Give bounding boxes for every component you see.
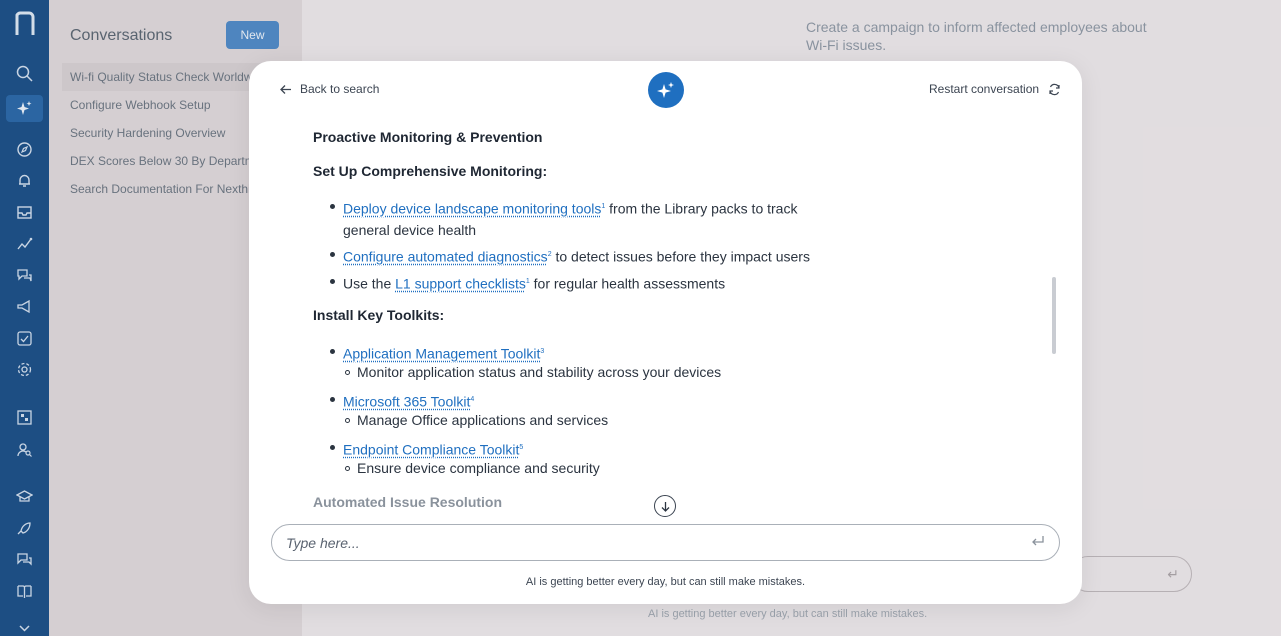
chat-response-content: Proactive Monitoring & Prevention Set Up… — [313, 123, 1033, 519]
ai-chat-modal: Back to search Restart conversation Proa… — [249, 61, 1082, 604]
list-item: Deploy device landscape monitoring tools… — [343, 196, 813, 241]
sub-list-item: Manage Office applications and services — [357, 412, 608, 428]
section-heading: Set Up Comprehensive Monitoring: — [313, 163, 547, 179]
citation-sup[interactable]: 5 — [519, 444, 523, 451]
link-microsoft-365-toolkit[interactable]: Microsoft 365 Toolkit — [343, 394, 470, 410]
link-application-management-toolkit[interactable]: Application Management Toolkit — [343, 346, 540, 362]
arrow-down-icon — [660, 501, 671, 512]
chat-input[interactable] — [286, 525, 1016, 560]
back-to-search-button[interactable]: Back to search — [279, 82, 379, 96]
chat-input-box — [271, 524, 1060, 561]
section-heading: Install Key Toolkits: — [313, 307, 444, 323]
back-label: Back to search — [300, 82, 379, 96]
citation-sup[interactable]: 4 — [470, 396, 474, 403]
sparkle-icon — [656, 80, 676, 100]
section-heading: Proactive Monitoring & Prevention — [313, 129, 542, 145]
link-deploy-monitoring-tools[interactable]: Deploy device landscape monitoring tools — [343, 201, 601, 217]
restart-conversation-button[interactable]: Restart conversation — [929, 82, 1061, 96]
ai-sparkle-badge — [648, 72, 684, 108]
list-item: Application Management Toolkit3 — [343, 341, 813, 365]
link-endpoint-compliance-toolkit[interactable]: Endpoint Compliance Toolkit — [343, 442, 519, 458]
disclaimer-text: AI is getting better every day, but can … — [249, 576, 1082, 588]
refresh-icon — [1048, 83, 1061, 96]
sub-list-item: Ensure device compliance and security — [357, 460, 600, 476]
scroll-to-bottom-button[interactable] — [654, 495, 676, 517]
section-heading: Automated Issue Resolution — [313, 494, 502, 510]
scrollbar-thumb[interactable] — [1052, 277, 1056, 354]
citation-sup[interactable]: 3 — [540, 348, 544, 355]
link-configure-diagnostics[interactable]: Configure automated diagnostics — [343, 249, 548, 265]
list-item: Configure automated diagnostics2 to dete… — [343, 244, 813, 268]
arrow-left-icon — [279, 83, 292, 96]
sub-list-item: Monitor application status and stability… — [357, 364, 721, 380]
enter-icon[interactable] — [1031, 534, 1045, 548]
link-l1-support-checklists[interactable]: L1 support checklists — [395, 276, 526, 292]
list-item: Use the L1 support checklists1 for regul… — [343, 271, 813, 295]
list-item: Endpoint Compliance Toolkit5 — [343, 437, 813, 461]
restart-label: Restart conversation — [929, 82, 1039, 96]
list-item: Microsoft 365 Toolkit4 — [343, 389, 813, 413]
